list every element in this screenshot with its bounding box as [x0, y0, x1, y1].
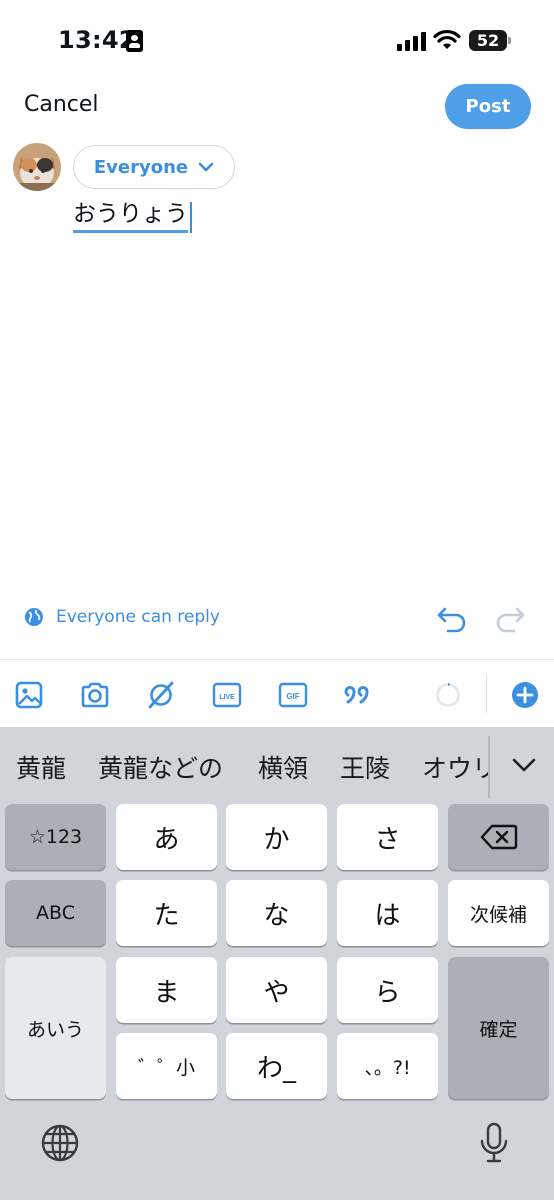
avatar[interactable] [13, 143, 61, 191]
audience-selector[interactable]: Everyone [73, 145, 235, 189]
abc-key[interactable]: ABC [5, 880, 106, 946]
key-ka[interactable]: か [226, 804, 327, 870]
status-bar: 13:42 52 [0, 0, 554, 84]
globe-icon[interactable] [40, 1123, 80, 1163]
chevron-down-icon [198, 162, 214, 172]
live-label: LIVE [219, 694, 235, 701]
post-button[interactable]: Post [445, 84, 531, 129]
microphone-icon[interactable] [478, 1121, 510, 1165]
cat-avatar-image [13, 143, 61, 191]
candidate-bar: 黄龍 黄龍などの 横領 王陵 オウリ [0, 727, 554, 802]
cancel-button[interactable]: Cancel [24, 92, 99, 117]
image-icon[interactable] [14, 680, 44, 710]
toolbar-divider [486, 675, 487, 713]
quote-icon[interactable] [344, 680, 374, 710]
numbers-key[interactable]: ☆123 [5, 804, 106, 870]
key-wa[interactable]: わ_ [226, 1033, 327, 1099]
camera-icon[interactable] [80, 680, 110, 710]
cellular-signal-icon [397, 31, 427, 51]
delete-key[interactable] [448, 804, 549, 870]
status-time: 13:42 [58, 26, 136, 54]
key-ha[interactable]: は [337, 880, 438, 946]
punctuation-key[interactable]: 、。?! [337, 1033, 438, 1099]
gif-label: GIF [286, 692, 299, 701]
backspace-icon [480, 824, 517, 850]
chevron-down-icon[interactable] [510, 751, 538, 779]
live-icon[interactable]: LIVE [212, 680, 242, 710]
candidate-item[interactable]: 横領 [258, 749, 308, 785]
battery-indicator: 52 [469, 30, 511, 51]
key-a[interactable]: あ [116, 804, 217, 870]
key-sa[interactable]: さ [337, 804, 438, 870]
key-ya[interactable]: や [226, 957, 327, 1023]
key-ra[interactable]: ら [337, 957, 438, 1023]
key-ma[interactable]: ま [116, 957, 217, 1023]
redo-icon[interactable] [494, 603, 526, 633]
contact-card-icon [126, 30, 143, 52]
globe-icon [25, 608, 43, 626]
progress-ring-icon [436, 683, 460, 707]
next-candidate-key[interactable]: 次候補 [448, 880, 549, 946]
confirm-key[interactable]: 確定 [448, 957, 549, 1099]
candidate-item[interactable]: 王陵 [340, 749, 390, 785]
text-caret [190, 202, 192, 233]
gif-icon[interactable]: GIF [278, 680, 308, 710]
reply-setting-label: Everyone can reply [56, 607, 220, 627]
candidate-item[interactable]: 黄龍などの [98, 749, 223, 785]
wifi-icon [433, 29, 461, 49]
candidate-divider [488, 736, 490, 798]
key-ta[interactable]: た [116, 880, 217, 946]
candidate-item[interactable]: オウリ [422, 749, 488, 785]
dakuten-key[interactable]: ゛゜小 [116, 1033, 217, 1099]
grok-icon[interactable] [146, 680, 176, 710]
candidate-item[interactable]: 黄龍 [16, 749, 66, 785]
kana-mode-key[interactable]: あいう [5, 957, 106, 1099]
add-icon[interactable] [510, 680, 540, 710]
battery-level: 52 [476, 31, 500, 50]
composer-text-input[interactable]: おうりょう [73, 200, 188, 233]
audience-label: Everyone [93, 156, 189, 178]
reply-setting-button[interactable]: Everyone can reply [24, 607, 220, 627]
composer-toolbar: LIVE GIF [0, 659, 554, 727]
undo-icon[interactable] [436, 603, 468, 633]
key-na[interactable]: な [226, 880, 327, 946]
